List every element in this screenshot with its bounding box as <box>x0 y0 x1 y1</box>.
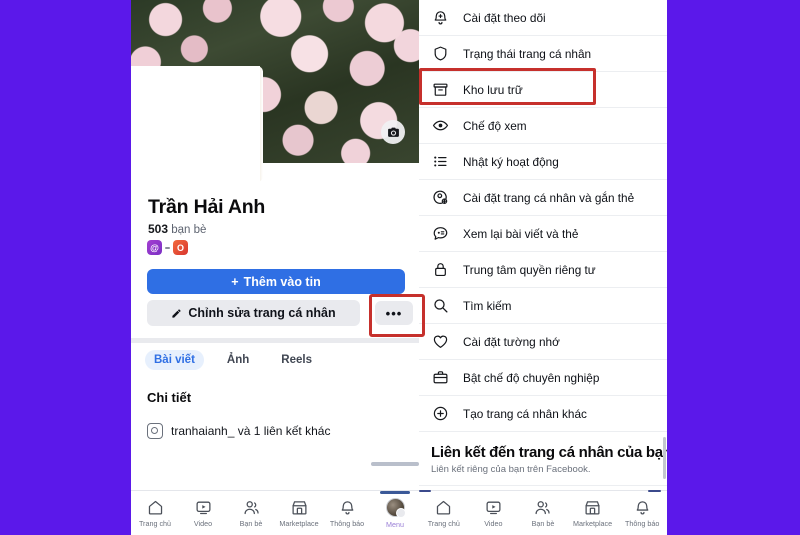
nav-item-friends[interactable]: Bạn bè <box>227 491 275 535</box>
menu-item-professional-mode[interactable]: Bật chế độ chuyên nghiệp <box>419 360 667 396</box>
links-section-subtitle: Liên kết riêng của bạn trên Facebook. <box>431 464 591 475</box>
scrollbar[interactable] <box>663 437 666 479</box>
instagram-icon <box>147 423 163 439</box>
camera-icon[interactable] <box>381 120 405 144</box>
nav-label: Marketplace <box>573 518 613 528</box>
edit-profile-label: Chỉnh sửa trang cá nhân <box>188 306 336 320</box>
plus-icon: + <box>231 274 239 289</box>
nav-label: Video <box>193 518 213 528</box>
add-to-story-label: Thêm vào tin <box>243 274 321 289</box>
profile-screen: Trần Hải Anh 503 bạn bè @ O + Thêm vào t… <box>131 0 419 535</box>
comment-icon <box>431 224 450 243</box>
menu-item-activity-log[interactable]: Nhật ký hoạt động <box>419 144 667 180</box>
bell-plus-icon <box>431 8 450 27</box>
menu-item-label: Cài đặt theo dõi <box>463 10 546 25</box>
tab-photos[interactable]: Ảnh <box>218 350 258 370</box>
nav-label: Bạn bè <box>239 518 263 528</box>
heart-icon <box>431 332 450 351</box>
menu-item-follow-settings[interactable]: Cài đặt theo dõi <box>419 0 667 36</box>
nav-item-marketplace[interactable]: Marketplace <box>568 491 618 535</box>
archive-box-icon <box>431 80 450 99</box>
nav-label: Video <box>484 518 503 528</box>
profile-gear-icon <box>431 188 450 207</box>
menu-item-label: Bật chế độ chuyên nghiệp <box>463 370 600 385</box>
add-to-story-button[interactable]: + Thêm vào tin <box>147 269 405 294</box>
menu-item-label: Tạo trang cá nhân khác <box>463 406 587 421</box>
pencil-icon <box>171 308 182 319</box>
badge-separator <box>165 246 170 249</box>
nav-item-friends[interactable]: Bạn bè <box>518 491 568 535</box>
profile-tabs: Bài viết Ảnh Reels <box>145 350 321 370</box>
bottom-navigation-left: Trang chủ Video Bạn bè Marketplace Thông… <box>131 490 419 535</box>
menu-item-label: Xem lại bài viết và thẻ <box>463 226 579 241</box>
nav-item-home[interactable]: Trang chủ <box>419 491 469 535</box>
section-divider <box>131 338 419 343</box>
tab-posts[interactable]: Bài viết <box>145 350 204 370</box>
friends-label: bạn bè <box>171 224 207 236</box>
details-row[interactable]: tranhaianh_ và 1 liên kết khác <box>147 423 330 439</box>
plus-circle-icon <box>431 404 450 423</box>
nav-item-notifications[interactable]: Thông báo <box>323 491 371 535</box>
nav-item-video[interactable]: Video <box>179 491 227 535</box>
menu-item-create-another-profile[interactable]: Tạo trang cá nhân khác <box>419 396 667 432</box>
menu-item-profile-tag-settings[interactable]: Cài đặt trang cá nhân và gắn thẻ <box>419 180 667 216</box>
list-icon <box>431 152 450 171</box>
nav-label: Thông báo <box>329 518 365 528</box>
menu-item-memorial-settings[interactable]: Cài đặt tường nhớ <box>419 324 667 360</box>
content-placeholder-bar <box>371 462 419 466</box>
shield-icon <box>431 44 450 63</box>
nav-label: Marketplace <box>279 518 319 528</box>
friends-number: 503 <box>148 222 169 236</box>
nav-label: Trang chủ <box>427 518 460 528</box>
menu-item-label: Cài đặt tường nhớ <box>463 334 560 349</box>
menu-item-label: Cài đặt trang cá nhân và gắn thẻ <box>463 190 635 205</box>
details-row-label: tranhaianh_ và 1 liên kết khác <box>171 424 331 438</box>
nav-selected-indicator <box>380 491 410 494</box>
avatar[interactable] <box>131 66 260 185</box>
nav-item-home[interactable]: Trang chủ <box>131 491 179 535</box>
menu-item-label: Nhật ký hoạt động <box>463 154 559 169</box>
edit-profile-button[interactable]: Chỉnh sửa trang cá nhân <box>147 300 360 326</box>
more-options-button[interactable]: ••• <box>375 301 413 325</box>
nav-label: Bạn bè <box>531 518 555 528</box>
nav-item-marketplace[interactable]: Marketplace <box>275 491 323 535</box>
instagram-badge[interactable]: O <box>173 240 188 255</box>
page-title: Trần Hải Anh <box>148 196 266 218</box>
menu-item-privacy-center[interactable]: Trung tâm quyền riêng tư <box>419 252 667 288</box>
menu-item-label: Chế độ xem <box>463 118 527 133</box>
nav-label: Menu <box>386 519 404 529</box>
social-badges: @ O <box>147 240 188 255</box>
menu-item-view-mode[interactable]: Chế độ xem <box>419 108 667 144</box>
threads-badge[interactable]: @ <box>147 240 162 255</box>
search-icon <box>431 296 450 315</box>
menu-item-profile-status[interactable]: Trạng thái trang cá nhân <box>419 36 667 72</box>
menu-item-label: Trung tâm quyền riêng tư <box>463 262 596 277</box>
menu-item-label: Trạng thái trang cá nhân <box>463 46 592 61</box>
menu-item-archive[interactable]: Kho lưu trữ <box>419 72 667 108</box>
nav-label: Trang chủ <box>138 518 172 528</box>
eye-icon <box>431 116 450 135</box>
menu-screen: Cài đặt theo dõi Trạng thái trang cá nhâ… <box>419 0 667 535</box>
menu-item-search[interactable]: Tìm kiếm <box>419 288 667 324</box>
menu-item-label: Kho lưu trữ <box>463 82 523 97</box>
nav-item-menu[interactable]: Menu <box>371 491 419 535</box>
menu-item-review-posts-tags[interactable]: Xem lại bài viết và thẻ <box>419 216 667 252</box>
nav-item-video[interactable]: Video <box>469 491 519 535</box>
lock-icon <box>431 260 450 279</box>
screenshot-stage: Trần Hải Anh 503 bạn bè @ O + Thêm vào t… <box>0 0 800 535</box>
tab-reels[interactable]: Reels <box>272 350 321 370</box>
nav-item-notifications[interactable]: Thông báo <box>617 491 667 535</box>
avatar-menu-icon <box>385 497 406 518</box>
links-section-header: Liên kết đến trang cá nhân của bạn Liên … <box>419 432 667 486</box>
menu-item-label: Tìm kiếm <box>463 298 512 313</box>
nav-label: Thông báo <box>624 518 660 528</box>
bottom-navigation-right: Trang chủ Video Bạn bè Marketplace Thông… <box>419 490 667 535</box>
details-heading: Chi tiết <box>147 390 192 405</box>
links-section-title: Liên kết đến trang cá nhân của bạn <box>431 444 667 461</box>
briefcase-icon <box>431 368 450 387</box>
friends-count: 503 bạn bè <box>148 222 206 236</box>
settings-menu-list: Cài đặt theo dõi Trạng thái trang cá nhâ… <box>419 0 667 486</box>
